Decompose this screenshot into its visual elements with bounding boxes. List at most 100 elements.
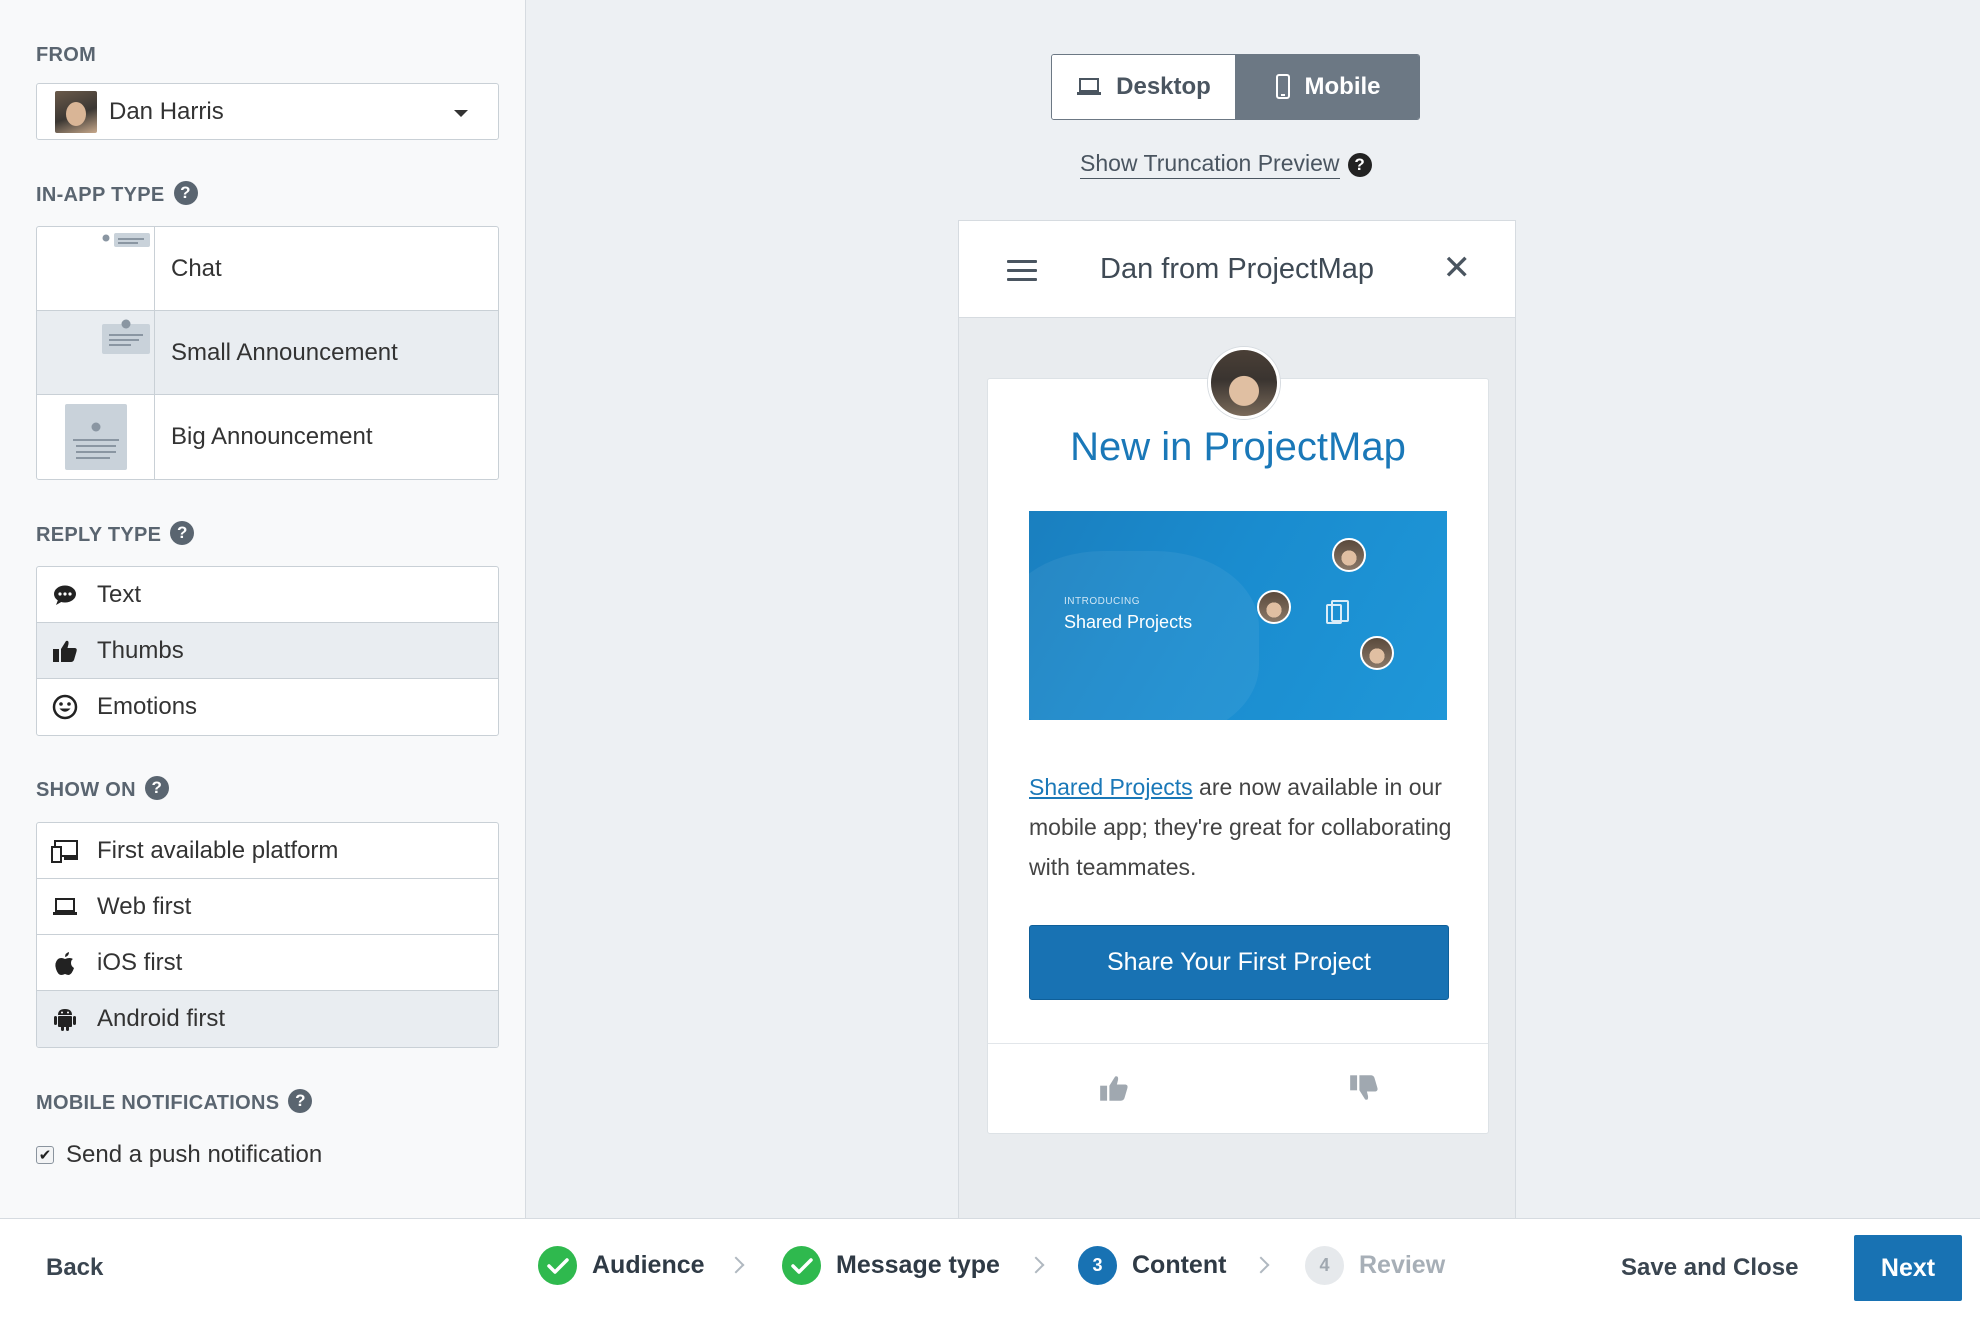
announcement-title: New in ProjectMap: [1070, 425, 1406, 469]
type-option-label: Small Announcement: [171, 338, 398, 366]
back-button[interactable]: Back: [46, 1254, 103, 1282]
in-app-type-options: Chat Small Announcement Big Announcement: [36, 226, 499, 480]
step-number-badge: 4: [1305, 1246, 1344, 1285]
mobile-toggle-label: Mobile: [1304, 73, 1381, 100]
mobile-notifications-label: MOBILE NOTIFICATIONS: [36, 1092, 280, 1114]
type-option-chat[interactable]: Chat: [37, 227, 498, 311]
settings-panel: FROM Dan Harris IN-APP TYPE ? Chat Small…: [0, 0, 526, 1218]
mobile-notifications-heading: MOBILE NOTIFICATIONS ?: [36, 1088, 313, 1115]
reply-option-label: Emotions: [97, 693, 198, 720]
team-member-avatar: [1257, 590, 1291, 624]
announcement-image: INTRODUCING Shared Projects: [1029, 511, 1447, 720]
show-truncation-preview-link[interactable]: Show Truncation Preview: [1080, 150, 1340, 179]
push-notification-row: ✔ Send a push notification: [36, 1141, 322, 1169]
show-on-option-label: Android first: [97, 1005, 226, 1032]
show-on-options: First available platform Web first iOS f…: [36, 822, 499, 1048]
image-background-shape: [1029, 551, 1259, 720]
smiley-icon: [51, 693, 79, 721]
step-label: Audience: [592, 1251, 705, 1279]
share-first-project-button[interactable]: Share Your First Project: [1029, 925, 1449, 1000]
in-app-type-label: IN-APP TYPE: [36, 184, 165, 206]
reply-type-label: REPLY TYPE: [36, 524, 162, 546]
show-on-option-android-first[interactable]: Android first: [37, 991, 498, 1047]
chat-thumbnail-icon: [37, 227, 155, 310]
thumbs-up-icon[interactable]: [1099, 1074, 1129, 1102]
step-message-type[interactable]: Message type: [782, 1246, 1000, 1285]
step-audience[interactable]: Audience: [538, 1246, 705, 1285]
help-icon[interactable]: ?: [170, 520, 195, 545]
show-on-label: SHOW ON: [36, 779, 136, 801]
from-label: FROM: [36, 44, 97, 66]
image-intro-text: INTRODUCING: [1064, 596, 1141, 607]
big-announcement-thumbnail-icon: [37, 395, 155, 479]
small-announcement-thumbnail-icon: [37, 311, 155, 394]
thumbs-up-icon: [51, 637, 79, 665]
apple-icon: [51, 949, 79, 977]
phone-icon: [1275, 74, 1291, 100]
show-on-heading: SHOW ON ?: [36, 775, 169, 802]
push-notification-label[interactable]: Send a push notification: [66, 1141, 322, 1169]
device-toggle: Desktop Mobile: [1051, 54, 1420, 120]
show-on-option-label: Web first: [97, 892, 192, 920]
announcement-body: Shared Projects are now available in our…: [1029, 767, 1459, 887]
push-notification-checkbox[interactable]: ✔: [36, 1146, 54, 1164]
desktop-toggle-button[interactable]: Desktop: [1052, 55, 1236, 119]
show-on-option-label: iOS first: [97, 948, 183, 976]
sender-avatar: [55, 90, 97, 133]
reply-option-text[interactable]: Text: [37, 567, 498, 623]
chevron-down-icon: [454, 110, 468, 117]
show-on-option-ios-first[interactable]: iOS first: [37, 935, 498, 991]
from-dropdown[interactable]: Dan Harris: [36, 83, 499, 140]
close-icon[interactable]: ✕: [1443, 251, 1472, 285]
android-icon: [51, 1005, 79, 1033]
multi-device-icon: [51, 837, 79, 865]
document-icon: [1326, 600, 1349, 624]
step-content[interactable]: 3 Content: [1078, 1246, 1226, 1285]
show-on-option-first-available[interactable]: First available platform: [37, 823, 498, 879]
step-number-badge: 3: [1078, 1246, 1117, 1285]
reply-option-label: Thumbs: [97, 636, 184, 664]
reply-option-label: Text: [97, 580, 142, 608]
checkmark-icon: [538, 1246, 577, 1285]
shared-projects-link[interactable]: Shared Projects: [1029, 774, 1193, 800]
laptop-icon: [1076, 77, 1102, 97]
reply-type-heading: REPLY TYPE ?: [36, 520, 195, 547]
reply-option-emotions[interactable]: Emotions: [37, 679, 498, 735]
reply-option-thumbs[interactable]: Thumbs: [37, 623, 498, 679]
team-member-avatar: [1332, 538, 1366, 572]
type-option-small-announcement[interactable]: Small Announcement: [37, 311, 498, 395]
reaction-footer: [988, 1043, 1488, 1134]
speech-bubble-icon: [51, 581, 79, 609]
thumbs-down-icon[interactable]: [1349, 1074, 1379, 1102]
show-on-option-label: First available platform: [97, 836, 339, 864]
save-and-close-button[interactable]: Save and Close: [1621, 1254, 1798, 1282]
type-option-big-announcement[interactable]: Big Announcement: [37, 395, 498, 479]
in-app-type-heading: IN-APP TYPE ?: [36, 180, 198, 207]
chevron-right-icon: [1027, 1256, 1045, 1274]
announcement-card: New in ProjectMap INTRODUCING Shared Pro…: [987, 347, 1489, 1134]
help-icon[interactable]: ?: [288, 1088, 313, 1113]
team-member-avatar: [1360, 636, 1394, 670]
laptop-icon: [51, 893, 79, 921]
mobile-toggle-button[interactable]: Mobile: [1236, 55, 1419, 119]
step-review[interactable]: 4 Review: [1305, 1246, 1445, 1285]
help-icon[interactable]: ?: [1347, 152, 1372, 177]
hamburger-menu-icon[interactable]: [1007, 260, 1037, 287]
sender-avatar: [1208, 347, 1280, 419]
next-button[interactable]: Next: [1854, 1235, 1962, 1301]
phone-header: Dan from ProjectMap ✕: [959, 221, 1515, 318]
help-icon[interactable]: ?: [144, 775, 169, 800]
wizard-footer: Back Audience Message type 3 Content 4 R…: [0, 1218, 1980, 1317]
type-option-label: Big Announcement: [171, 423, 373, 450]
reply-type-options: Text Thumbs Emotions: [36, 566, 499, 736]
chevron-right-icon: [727, 1256, 745, 1274]
mobile-preview-frame: Dan from ProjectMap ✕ New in ProjectMap …: [958, 220, 1516, 1218]
help-icon[interactable]: ?: [173, 180, 198, 205]
phone-header-title: Dan from ProjectMap: [1100, 252, 1374, 285]
step-label: Message type: [836, 1251, 1000, 1279]
image-heading-text: Shared Projects: [1064, 612, 1193, 632]
desktop-toggle-label: Desktop: [1116, 73, 1211, 100]
type-option-label: Chat: [171, 254, 222, 282]
show-on-option-web-first[interactable]: Web first: [37, 879, 498, 935]
checkmark-icon: [782, 1246, 821, 1285]
